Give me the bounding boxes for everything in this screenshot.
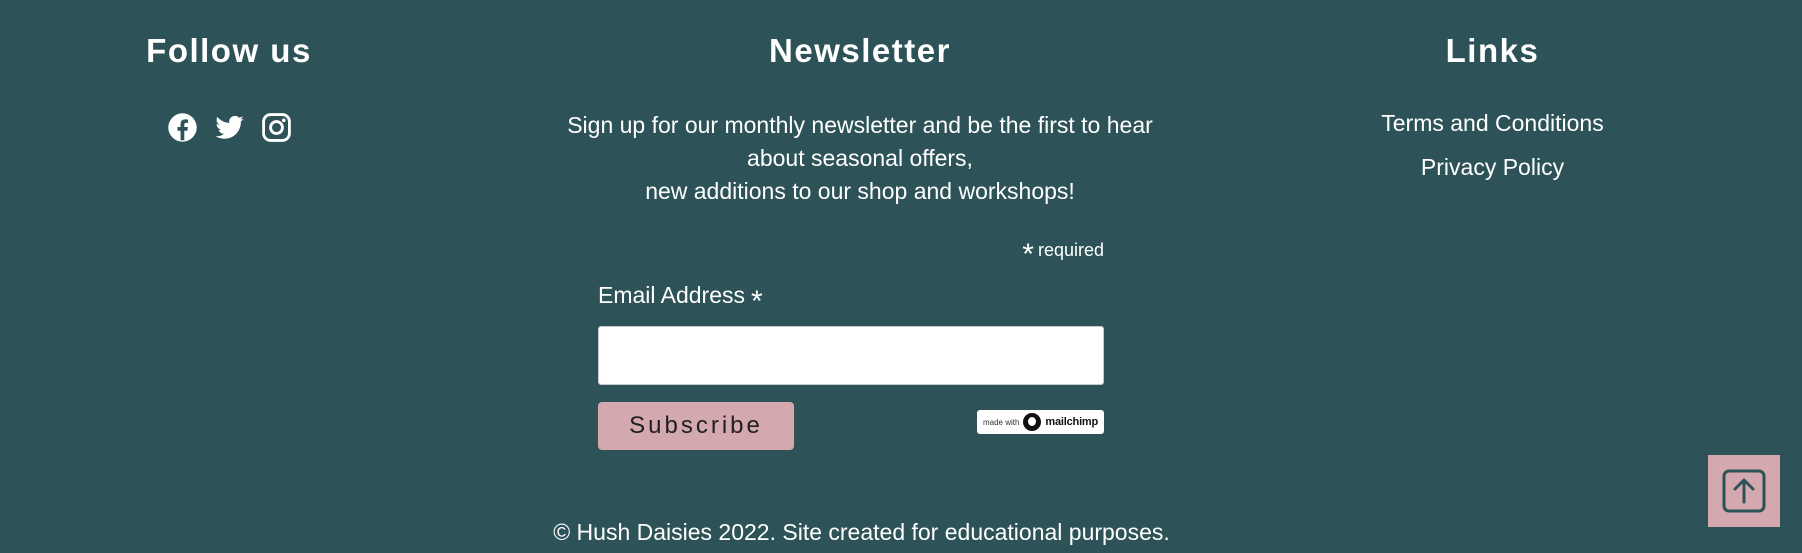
email-label: Email Address * [598, 281, 1104, 318]
links-section: Links Terms and Conditions Privacy Polic… [1340, 0, 1645, 197]
arrow-up-square-icon [1722, 469, 1766, 513]
required-note: * required [598, 240, 1104, 270]
email-label-text: Email Address [598, 282, 746, 308]
back-to-top-button[interactable] [1708, 455, 1780, 527]
mailchimp-badge-small-text: made with [982, 417, 1020, 427]
mailchimp-logo-icon [1023, 413, 1042, 431]
privacy-link[interactable]: Privacy Policy [1340, 153, 1645, 181]
terms-link[interactable]: Terms and Conditions [1340, 109, 1645, 137]
copyright-text: © Hush Daisies 2022. Site created for ed… [553, 519, 1170, 545]
follow-us-heading: Follow us [146, 32, 312, 69]
twitter-icon [214, 115, 244, 139]
email-required-asterisk: * [751, 285, 763, 318]
mailchimp-badge[interactable]: made with mailchimp [977, 410, 1104, 434]
social-links [80, 112, 378, 143]
newsletter-description-line2: new additions to our shop and workshops! [645, 178, 1075, 204]
facebook-icon [167, 113, 197, 142]
newsletter-description: Sign up for our monthly newsletter and b… [560, 109, 1160, 208]
instagram-link[interactable] [261, 112, 292, 143]
newsletter-heading: Newsletter [769, 32, 951, 69]
newsletter-section: Newsletter Sign up for our monthly newsl… [560, 0, 1160, 450]
required-text: required [1037, 240, 1104, 260]
newsletter-description-line1: Sign up for our monthly newsletter and b… [567, 112, 1153, 171]
follow-us-section: Follow us [80, 0, 378, 143]
mailchimp-badge-brand: mailchimp [1045, 416, 1099, 428]
required-asterisk: * [1022, 238, 1034, 271]
twitter-link[interactable] [214, 112, 245, 143]
instagram-icon [261, 113, 291, 142]
subscribe-button[interactable]: Subscribe [598, 402, 794, 450]
newsletter-form: * required Email Address * Subscribe made … [598, 240, 1104, 450]
form-actions: Subscribe made with mailchimp [598, 402, 1104, 450]
facebook-link[interactable] [167, 112, 198, 143]
email-input[interactable] [598, 326, 1104, 385]
links-list: Terms and Conditions Privacy Policy [1340, 109, 1645, 181]
links-heading: Links [1445, 32, 1540, 69]
